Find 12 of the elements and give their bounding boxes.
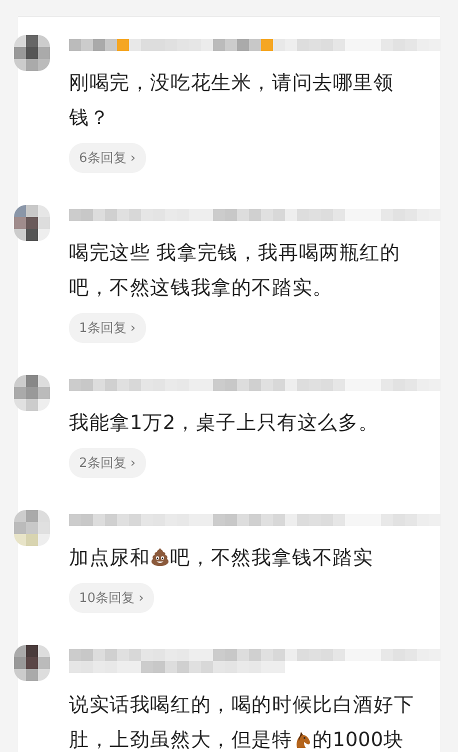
- comment-text: 刚喝完，没吃花生米，请问去哪里领钱？: [69, 70, 395, 131]
- replies-button[interactable]: 2条回复 ›: [69, 448, 146, 478]
- blurred-avatar: [14, 645, 50, 681]
- comment-text: 我能拿1万2，桌子上只有这么多。: [69, 410, 380, 436]
- replies-button[interactable]: 6条回复 ›: [69, 143, 146, 173]
- replies-button[interactable]: 10条回复 ›: [69, 583, 154, 613]
- poop-icon: [150, 547, 170, 567]
- comment-text: 加点尿和 吧，不然我拿钱不踏实: [69, 545, 374, 571]
- blurred-avatar: [14, 35, 50, 71]
- replies-button[interactable]: 1条回复 ›: [69, 313, 146, 343]
- comment-text: 说实话我喝红的，喝的时候比白酒好下肚，上劲虽然大，但是特 的1000块: [69, 692, 416, 752]
- comment-text: 喝完这些 我拿完钱，我再喝两瓶红的吧，不然这钱我拿的不踏实。: [69, 240, 402, 301]
